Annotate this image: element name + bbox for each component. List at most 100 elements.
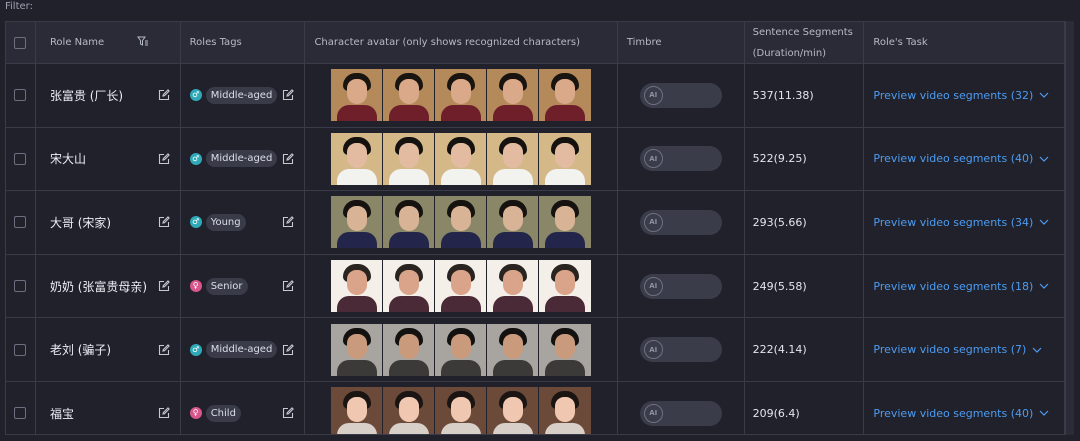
avatar-thumbnail	[487, 132, 540, 185]
timbre-cell: AI	[618, 127, 745, 191]
avatar-cell	[305, 254, 618, 318]
female-icon: ♀	[189, 280, 202, 293]
preview-segments-link[interactable]: Preview video segments (7)	[873, 343, 1042, 356]
avatar-cell	[305, 191, 618, 254]
table-row: 大哥 (宋家) ♂ Young AI 293(5.66) Preview vid…	[6, 191, 1064, 255]
segments-cell: 249(5.58)	[745, 254, 865, 318]
male-icon: ♂	[189, 216, 202, 229]
task-cell: Preview video segments (32)	[864, 64, 1064, 127]
chevron-down-icon	[1039, 283, 1049, 289]
table-row: 张富贵 (厂长) ♂ Middle-aged AI 537(11.38) Pre…	[6, 64, 1064, 128]
avatar-cell	[305, 381, 618, 434]
avatar-thumbnail	[539, 132, 592, 185]
edit-icon[interactable]	[158, 153, 170, 165]
header-checkbox-cell	[6, 22, 36, 63]
segments-value: 293(5.66)	[752, 215, 807, 229]
segments-header-label: Sentence Segments	[752, 26, 853, 38]
vertical-scrollbar[interactable]	[1065, 21, 1074, 435]
edit-icon[interactable]	[282, 280, 295, 292]
preview-segments-label: Preview video segments (32)	[873, 88, 1034, 102]
role-name: 奶奶 (张富贵母亲)	[49, 279, 148, 294]
row-checkbox[interactable]	[14, 152, 27, 165]
row-checkbox[interactable]	[14, 216, 27, 229]
timbre-cell: AI	[618, 64, 745, 127]
chevron-down-icon	[1039, 92, 1049, 99]
row-checkbox[interactable]	[14, 89, 27, 102]
edit-icon[interactable]	[282, 216, 295, 228]
timbre-toggle[interactable]: AI	[639, 209, 722, 235]
edit-icon[interactable]	[158, 343, 170, 356]
preview-segments-link[interactable]: Preview video segments (32)	[873, 89, 1049, 102]
select-all-checkbox[interactable]	[14, 36, 27, 49]
row-checkbox-cell	[6, 254, 36, 318]
avatar-thumbnail	[435, 196, 488, 249]
role-name: 张富贵 (厂长)	[49, 88, 124, 103]
avatar-thumbnail	[331, 132, 384, 185]
role-name-cell: 张富贵 (厂长)	[36, 64, 181, 127]
male-icon: ♂	[189, 152, 202, 165]
edit-icon[interactable]	[158, 407, 170, 419]
avatar-strip	[331, 387, 592, 434]
timbre-toggle[interactable]: AI	[639, 82, 722, 108]
segments-cell: 537(11.38)	[745, 64, 865, 127]
role-name: 宋大山	[49, 152, 86, 167]
avatar-thumbnail	[383, 323, 436, 376]
role-tag-label: Middle-aged	[205, 86, 278, 104]
segments-value: 222(4.14)	[752, 343, 807, 357]
role-name: 大哥 (宋家)	[49, 215, 112, 230]
edit-icon[interactable]	[282, 407, 295, 419]
row-checkbox[interactable]	[14, 407, 27, 420]
avatar-cell	[305, 318, 618, 381]
preview-segments-label: Preview video segments (34)	[873, 215, 1034, 229]
role-tag: ♂ Middle-aged	[189, 341, 278, 359]
avatar-strip	[331, 69, 592, 122]
role-tag-label: Young	[205, 213, 246, 231]
preview-segments-label: Preview video segments (7)	[873, 343, 1027, 357]
role-tag: ♂ Middle-aged	[189, 150, 278, 168]
edit-icon[interactable]	[158, 216, 170, 228]
timbre-cell: AI	[618, 318, 745, 381]
row-checkbox-cell	[6, 127, 36, 191]
header-timbre: Timbre	[618, 22, 745, 63]
role-tag: ♂ Young	[189, 213, 246, 231]
avatar-thumbnail	[539, 196, 592, 249]
avatar-thumbnail	[383, 132, 436, 185]
preview-segments-link[interactable]: Preview video segments (40)	[873, 407, 1049, 420]
ai-toggle-knob: AI	[643, 149, 663, 169]
row-checkbox[interactable]	[14, 280, 27, 293]
role-name-cell: 宋大山	[36, 127, 181, 191]
edit-icon[interactable]	[282, 153, 295, 165]
header-roles-tags: Roles Tags	[181, 22, 306, 63]
avatar-thumbnail	[487, 323, 540, 376]
preview-segments-link[interactable]: Preview video segments (18)	[873, 280, 1049, 293]
timbre-toggle[interactable]: AI	[639, 273, 722, 299]
timbre-toggle[interactable]: AI	[639, 400, 722, 426]
row-checkbox[interactable]	[14, 343, 27, 356]
role-tag-label: Child	[205, 404, 241, 422]
timbre-toggle[interactable]: AI	[639, 146, 722, 172]
segments-value: 249(5.58)	[752, 279, 807, 293]
preview-segments-label: Preview video segments (40)	[873, 152, 1034, 166]
avatar-strip	[331, 323, 592, 376]
role-name-cell: 福宝	[36, 381, 181, 434]
role-name: 老刘 (骗子)	[49, 343, 112, 358]
filter-icon[interactable]	[136, 35, 149, 47]
edit-icon[interactable]	[282, 343, 295, 356]
row-checkbox-cell	[6, 64, 36, 127]
preview-segments-link[interactable]: Preview video segments (40)	[873, 152, 1049, 165]
segments-cell: 222(4.14)	[745, 318, 865, 381]
avatar-thumbnail	[487, 196, 540, 249]
avatar-thumbnail	[383, 260, 436, 313]
task-cell: Preview video segments (34)	[864, 191, 1064, 254]
avatar-thumbnail	[487, 387, 540, 434]
role-tag-label: Senior	[205, 277, 248, 295]
edit-icon[interactable]	[158, 280, 170, 292]
task-cell: Preview video segments (40)	[864, 382, 1064, 434]
preview-segments-link[interactable]: Preview video segments (34)	[873, 216, 1049, 229]
avatar-thumbnail	[435, 132, 488, 185]
timbre-toggle[interactable]: AI	[639, 337, 722, 363]
edit-icon[interactable]	[282, 89, 295, 101]
table-row: 奶奶 (张富贵母亲) ♀ Senior AI 249(5.58) Preview…	[6, 254, 1064, 319]
edit-icon[interactable]	[158, 89, 170, 101]
avatar-thumbnail	[539, 387, 592, 434]
